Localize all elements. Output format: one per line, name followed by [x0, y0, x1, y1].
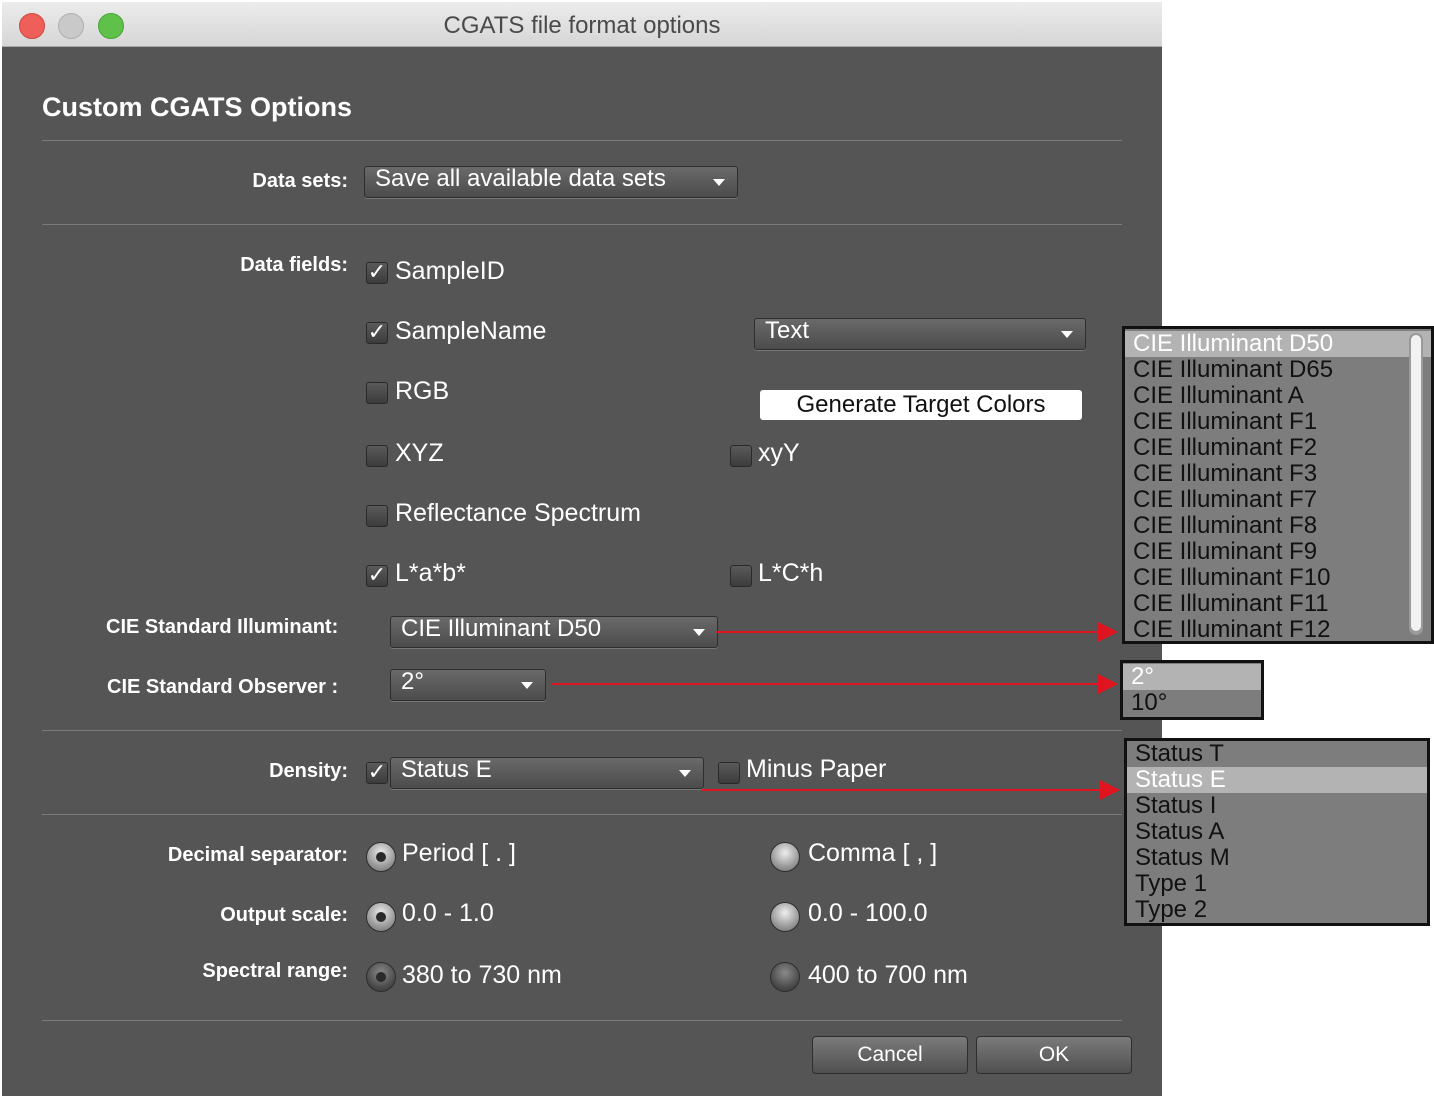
illuminant-option[interactable]: CIE Illuminant F11 [1133, 591, 1329, 617]
illuminant-options-list: CIE Illuminant D50 CIE Illuminant D65 CI… [1122, 326, 1434, 644]
observer-option[interactable]: 10° [1131, 690, 1167, 716]
illuminant-option[interactable]: CIE Illuminant F3 [1133, 461, 1317, 487]
illuminant-option[interactable]: CIE Illuminant F8 [1133, 513, 1317, 539]
illuminant-option[interactable]: CIE Illuminant A [1133, 383, 1304, 409]
illuminant-option[interactable]: CIE Illuminant F7 [1133, 487, 1317, 513]
illuminant-option[interactable]: CIE Illuminant D50 [1125, 331, 1431, 357]
illuminant-option[interactable]: CIE Illuminant F1 [1133, 409, 1317, 435]
illuminant-option[interactable]: CIE Illuminant F2 [1133, 435, 1317, 461]
density-option[interactable]: Status A [1135, 819, 1224, 845]
observer-options-list: 2° 10° [1120, 660, 1264, 720]
illuminant-option[interactable]: CIE Illuminant F10 [1133, 565, 1330, 591]
illuminant-option[interactable]: CIE Illuminant F9 [1133, 539, 1317, 565]
density-options-list: Status T Status E Status I Status A Stat… [1124, 738, 1430, 926]
density-option[interactable]: Status E [1127, 767, 1427, 793]
illuminant-option[interactable]: CIE Illuminant F12 [1133, 617, 1330, 643]
density-option[interactable]: Status T [1135, 741, 1224, 767]
density-option[interactable]: Type 1 [1135, 871, 1207, 897]
density-option[interactable]: Type 2 [1135, 897, 1207, 923]
observer-option[interactable]: 2° [1123, 664, 1261, 690]
density-option[interactable]: Status M [1135, 845, 1230, 871]
scrollbar-thumb[interactable] [1411, 335, 1421, 631]
density-option[interactable]: Status I [1135, 793, 1216, 819]
illuminant-option[interactable]: CIE Illuminant D65 [1133, 357, 1333, 383]
